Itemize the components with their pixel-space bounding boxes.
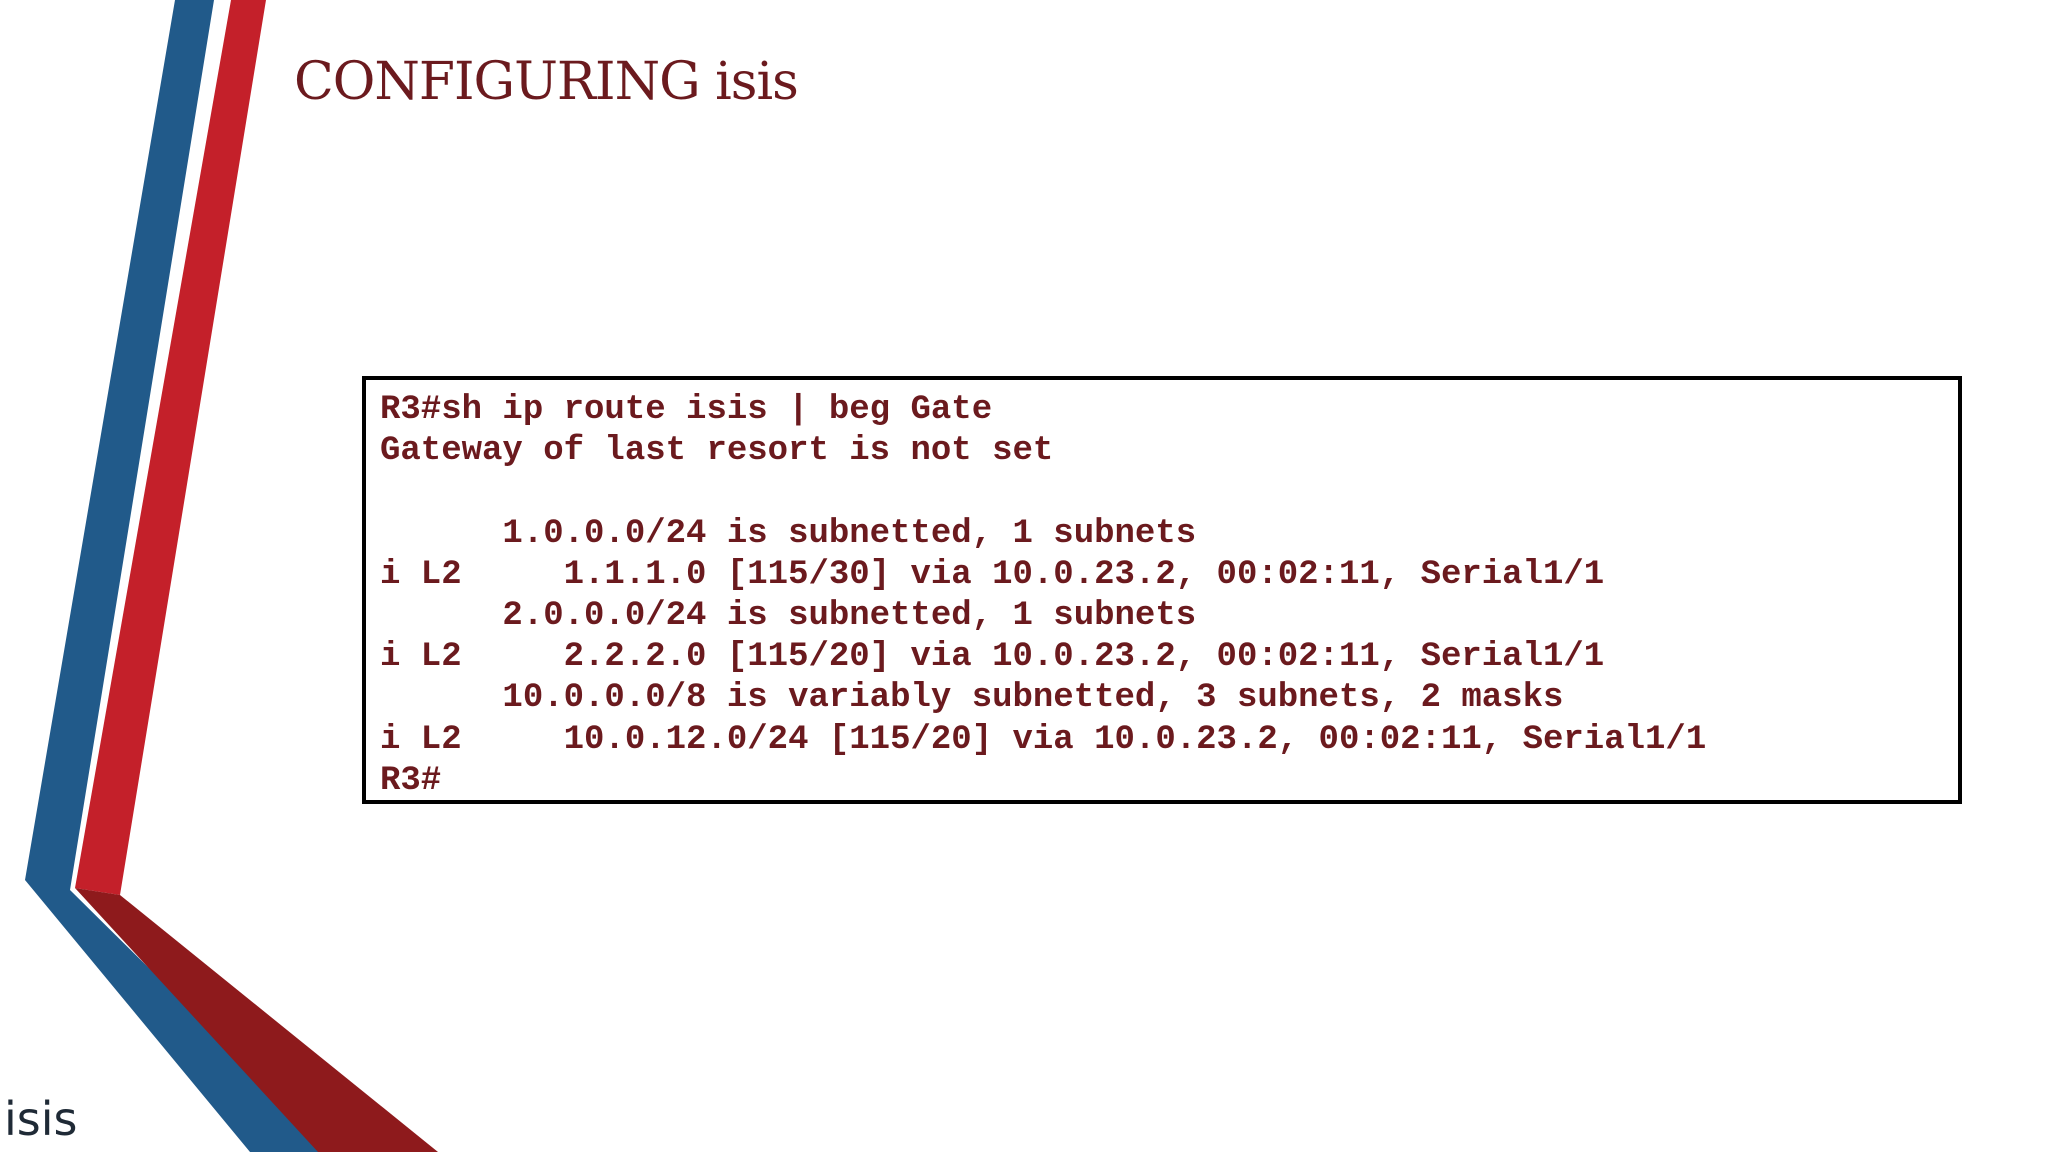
terminal-line: 10.0.0.0/8 is variably subnetted, 3 subn…: [380, 679, 1564, 718]
terminal-line: R3#sh ip route isis | beg Gate: [380, 391, 993, 429]
terminal-line: R3#: [380, 761, 442, 800]
terminal-line: Gateway of last resort is not set: [380, 432, 1054, 471]
terminal-line: 1.0.0.0/24 is subnetted, 1 subnets: [380, 514, 1197, 553]
terminal-line: 2.0.0.0/24 is subnetted, 1 subnets: [380, 596, 1197, 635]
terminal-line: i L2 2.2.2.0 [115/20] via 10.0.23.2, 00:…: [380, 638, 1605, 677]
terminal-lines: R3#sh ip route isis | beg Gate Gateway o…: [380, 390, 1706, 802]
terminal-line: i L2 1.1.1.0 [115/30] via 10.0.23.2, 00:…: [380, 555, 1605, 594]
terminal-line: i L2 10.0.12.0/24 [115/20] via 10.0.23.2…: [380, 720, 1707, 759]
terminal-output-box: R3#sh ip route isis | beg Gate Gateway o…: [362, 376, 1962, 804]
slide-title: CONFIGURING isis: [294, 52, 799, 112]
footer-label: isis: [4, 1092, 78, 1146]
